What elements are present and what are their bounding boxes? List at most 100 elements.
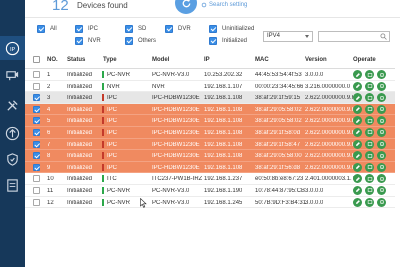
edit-button[interactable] bbox=[353, 81, 362, 91]
checkbox[interactable] bbox=[165, 25, 173, 33]
column-status[interactable]: Status bbox=[67, 57, 85, 63]
shield-icon[interactable] bbox=[3, 150, 22, 169]
row-checkbox[interactable] bbox=[33, 71, 40, 78]
edit-button[interactable] bbox=[353, 116, 362, 126]
web-button[interactable] bbox=[365, 127, 374, 137]
row-checkbox[interactable] bbox=[33, 140, 40, 148]
row-checkbox[interactable] bbox=[33, 105, 40, 113]
web-button[interactable] bbox=[365, 81, 374, 91]
edit-button[interactable] bbox=[353, 185, 362, 195]
checkbox[interactable] bbox=[75, 25, 83, 33]
upgrade-icon[interactable] bbox=[3, 124, 22, 143]
device-count: 12 bbox=[52, 0, 69, 14]
info-button[interactable] bbox=[377, 162, 386, 172]
row-checkbox[interactable] bbox=[33, 152, 40, 160]
edit-button[interactable] bbox=[353, 197, 362, 207]
table-row[interactable]: 12 Initialized PC-NVR PC-NVR-V3.0 192.168.1.… bbox=[25, 197, 395, 209]
row-checkbox[interactable] bbox=[33, 198, 40, 206]
ip-icon[interactable]: IP bbox=[0, 36, 25, 60]
edit-button[interactable] bbox=[353, 127, 362, 137]
info-button[interactable] bbox=[377, 185, 386, 195]
web-button[interactable] bbox=[365, 70, 374, 79]
filter-sd[interactable]: SD bbox=[125, 25, 146, 33]
checkbox[interactable] bbox=[209, 25, 217, 33]
table-row[interactable]: 4 Initialized IPC IPC-HDBW1230E 192.168.1.10… bbox=[25, 103, 395, 116]
web-icon bbox=[367, 95, 372, 100]
filter-others[interactable]: Others bbox=[125, 37, 156, 45]
web-button[interactable] bbox=[365, 116, 374, 126]
edit-button[interactable] bbox=[353, 70, 362, 79]
table-row[interactable]: 5 Initialized IPC IPC-HDBW1230E 192.168.1.10… bbox=[25, 115, 395, 127]
filter-nvr[interactable]: NVR bbox=[75, 37, 101, 45]
edit-button[interactable] bbox=[353, 139, 362, 149]
filter-initialized[interactable]: Initialized bbox=[209, 37, 247, 45]
web-button[interactable] bbox=[365, 185, 374, 195]
column-type[interactable]: Type bbox=[103, 57, 117, 63]
checkbox[interactable] bbox=[125, 25, 133, 33]
info-button[interactable] bbox=[377, 70, 386, 79]
device-init-icon[interactable] bbox=[3, 66, 22, 85]
edit-button[interactable] bbox=[353, 162, 362, 172]
table-row[interactable]: 9 Initialized IPC IPC-HDBW1230E 192.168.1.10… bbox=[25, 161, 395, 174]
info-button[interactable] bbox=[377, 174, 386, 184]
web-button[interactable] bbox=[365, 139, 374, 149]
checkbox[interactable] bbox=[125, 37, 133, 45]
refresh-button[interactable] bbox=[175, 0, 197, 14]
search-input[interactable] bbox=[318, 31, 390, 42]
web-button[interactable] bbox=[365, 93, 374, 103]
info-button[interactable] bbox=[377, 116, 386, 126]
row-checkbox[interactable] bbox=[33, 175, 40, 183]
refresh-icon bbox=[182, 0, 190, 7]
edit-button[interactable] bbox=[353, 174, 362, 184]
table-row[interactable]: 2 Initialized NVR NVR 192.168.1.107 00:00:23:… bbox=[25, 81, 395, 93]
info-button[interactable] bbox=[377, 139, 386, 149]
info-button[interactable] bbox=[377, 151, 386, 161]
info-button[interactable] bbox=[377, 104, 386, 114]
table-row[interactable]: 1 Initialized PC-NVR PC-NVR-V3.0 10.253.202.… bbox=[25, 69, 395, 81]
table-row[interactable]: 10 Initialized ITC ITC237-PW1B-IRZ 192.168.1… bbox=[25, 173, 395, 185]
edit-button[interactable] bbox=[353, 93, 362, 103]
edit-icon bbox=[355, 142, 360, 146]
column-mac[interactable]: MAC bbox=[255, 57, 269, 63]
web-button[interactable] bbox=[365, 151, 374, 161]
checkbox[interactable] bbox=[209, 37, 217, 45]
column-version[interactable]: Version bbox=[305, 57, 327, 63]
filter-uninitialized[interactable]: Uninitialized bbox=[209, 25, 254, 33]
web-button[interactable] bbox=[365, 104, 374, 114]
column-no[interactable]: NO. bbox=[47, 57, 58, 63]
info-button[interactable] bbox=[377, 93, 386, 103]
search-setting-link[interactable]: Search setting bbox=[201, 2, 247, 8]
table-row[interactable]: 6 Initialized IPC IPC-HDBW1230E 192.168.1.10… bbox=[25, 126, 395, 139]
info-button[interactable] bbox=[377, 81, 386, 91]
checkbox[interactable] bbox=[37, 25, 45, 33]
cell-mac: 38:af:29:1f:58:0d bbox=[255, 129, 301, 136]
info-button[interactable] bbox=[377, 197, 386, 207]
table-row[interactable]: 11 Initialized PC-NVR PC-NVR-V3.0 192.168.1.… bbox=[25, 185, 395, 197]
web-button[interactable] bbox=[365, 174, 374, 184]
select-all-checkbox[interactable] bbox=[33, 56, 40, 63]
row-checkbox[interactable] bbox=[33, 117, 40, 125]
table-row[interactable]: 3 Initialized IPC IPC-HDBW1230E 192.168.1.10… bbox=[25, 92, 395, 104]
row-checkbox[interactable] bbox=[33, 186, 40, 194]
web-button[interactable] bbox=[365, 162, 374, 172]
row-checkbox[interactable] bbox=[33, 163, 40, 171]
row-checkbox[interactable] bbox=[33, 82, 40, 90]
row-checkbox[interactable] bbox=[33, 128, 40, 136]
filter-all[interactable]: All bbox=[37, 25, 57, 33]
filter-ipc[interactable]: IPC bbox=[75, 25, 98, 33]
table-row[interactable]: 8 Initialized IPC IPC-HDBW1230E 192.168.1.10… bbox=[25, 150, 395, 162]
document-icon[interactable] bbox=[3, 176, 22, 195]
info-button[interactable] bbox=[377, 127, 386, 137]
column-model[interactable]: Model bbox=[152, 57, 169, 63]
ip-version-select[interactable]: IPV4 bbox=[263, 31, 313, 42]
filter-dvr[interactable]: DVR bbox=[165, 25, 191, 33]
web-button[interactable] bbox=[365, 197, 374, 207]
column-ip[interactable]: IP bbox=[204, 57, 210, 63]
row-checkbox[interactable] bbox=[33, 94, 40, 102]
edit-button[interactable] bbox=[353, 104, 362, 114]
edit-button[interactable] bbox=[353, 151, 362, 161]
cell-mac: 38:af:29:1f:56:d8 bbox=[255, 164, 301, 171]
checkbox[interactable] bbox=[75, 37, 83, 45]
tools-icon[interactable] bbox=[3, 96, 22, 115]
table-row[interactable]: 7 Initialized IPC IPC-HDBW1230E 192.168.1.10… bbox=[25, 138, 395, 151]
